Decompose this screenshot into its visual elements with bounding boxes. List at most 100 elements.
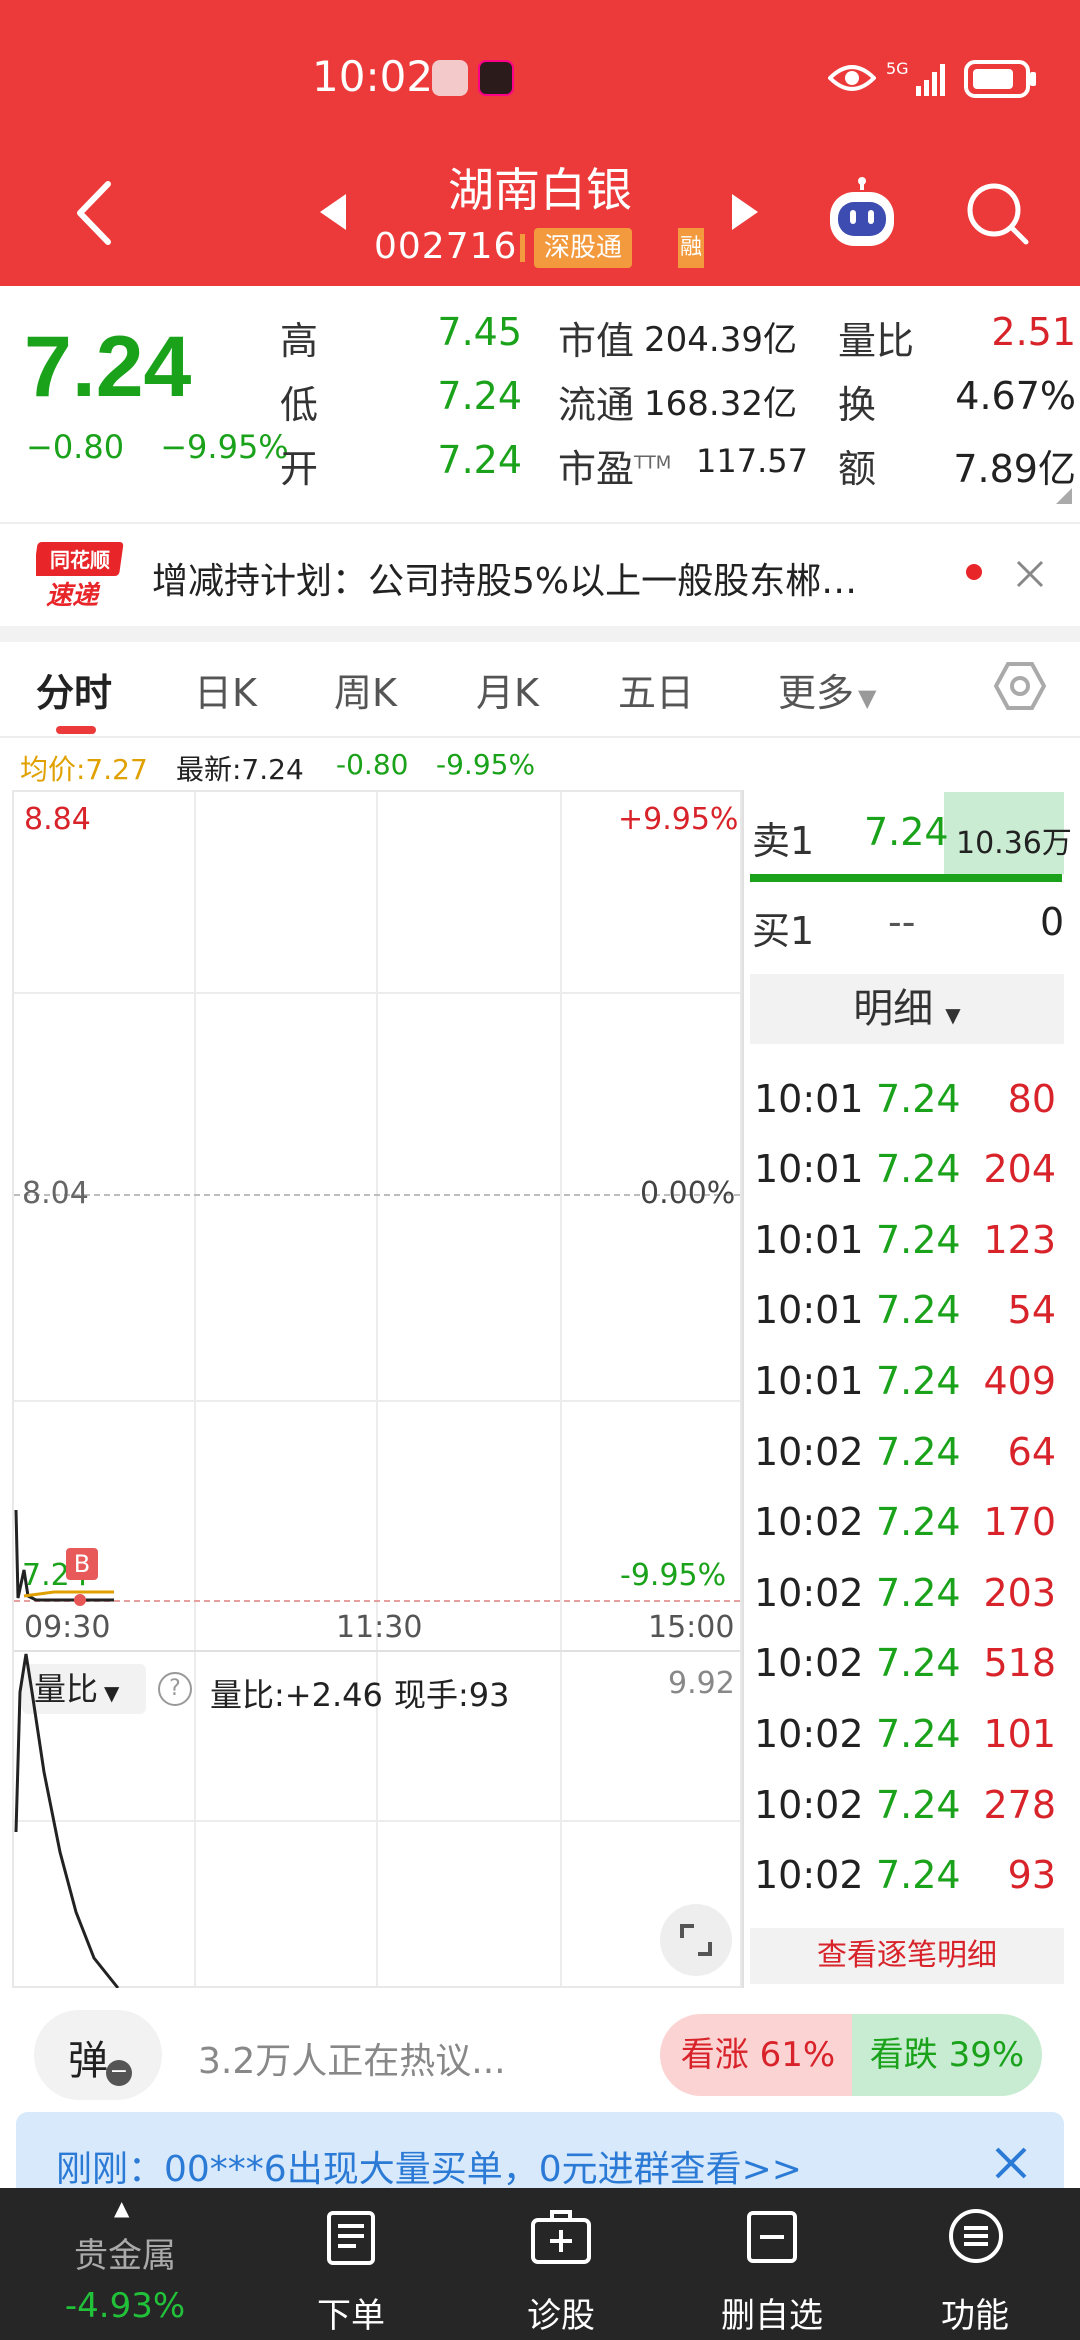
- bullet-comment-button[interactable]: 弹 −: [34, 2010, 162, 2100]
- expand-corner-icon[interactable]: [1056, 488, 1072, 504]
- tick-time: 10:01: [754, 1217, 864, 1262]
- tick-row: 10:02 7.24 278: [752, 1783, 1062, 1843]
- tick-volume: 123: [983, 1217, 1056, 1262]
- search-icon[interactable]: [964, 180, 1032, 248]
- mktcap-label: 市值: [558, 319, 635, 363]
- detail-header[interactable]: 明细 ▼: [750, 974, 1064, 1044]
- tick-price: 7.24: [876, 1217, 961, 1262]
- nav-place-order[interactable]: 下单: [296, 2188, 406, 2340]
- tick-time: 10:02: [754, 1429, 864, 1474]
- bearish-vote-button[interactable]: 看跌 39%: [852, 2014, 1042, 2096]
- orderbook-green-bar: [750, 874, 1062, 882]
- tick-time: 10:01: [754, 1076, 864, 1121]
- float-label: 流通: [558, 383, 635, 427]
- tick-volume: 64: [1007, 1429, 1056, 1474]
- nav-diagnose[interactable]: 诊股: [506, 2188, 616, 2340]
- nav-remove-watchlist[interactable]: 删自选: [710, 2188, 834, 2340]
- status-time: 10:02: [312, 52, 434, 101]
- buy-marker[interactable]: B: [66, 1548, 98, 1580]
- bottom-pct-label: -9.95%: [620, 1558, 727, 1593]
- tick-volume: 54: [1007, 1288, 1056, 1333]
- sell1-volume: 10.36万: [956, 826, 1072, 861]
- tick-price: 7.24: [876, 1076, 961, 1121]
- mid-price-label: 8.04: [22, 1176, 89, 1211]
- help-icon[interactable]: ?: [158, 1672, 192, 1706]
- news-text[interactable]: 增减持计划：公司持股5%以上一般股东郴…: [152, 552, 962, 604]
- section-divider: [0, 626, 1080, 642]
- top-pct-label: +9.95%: [618, 802, 739, 837]
- tick-time: 10:02: [754, 1853, 864, 1898]
- volume-ratio-readout: 量比:+2.46: [210, 1676, 383, 1714]
- tab-intraday[interactable]: 分时: [36, 662, 112, 717]
- tick-row: 10:02 7.24 93: [752, 1853, 1062, 1913]
- tab-more[interactable]: 更多 ▼: [778, 662, 876, 717]
- tag-divider: [520, 234, 525, 262]
- tick-volume: 409: [983, 1359, 1056, 1403]
- sector-precious-metals[interactable]: ▲ 贵金属 -4.93%: [40, 2188, 210, 2340]
- tab-five-day[interactable]: 五日: [618, 662, 694, 717]
- bullish-vote-button[interactable]: 看涨 61%: [660, 2014, 856, 2096]
- tick-time: 10:01: [754, 1359, 864, 1403]
- buy1-volume: 0: [1040, 900, 1065, 944]
- low-label: 低: [280, 383, 319, 427]
- volume-ratio-value: 2.51: [991, 310, 1076, 354]
- svg-text:速递: 速递: [46, 581, 101, 611]
- tick-list[interactable]: 10:017.24116510:017.248010:017.2420410:0…: [748, 1044, 1066, 1926]
- grid-line-v2: [376, 792, 378, 1986]
- intraday-change-pct: -9.95%: [436, 748, 536, 781]
- buy1-label: 买1: [752, 909, 815, 953]
- stock-header: 10:02 5G 湖南白银 002716 深股通 融: [0, 0, 1080, 286]
- low-value: 7.24: [437, 374, 522, 418]
- tick-price: 7.24: [876, 1782, 961, 1827]
- tick-row: 10:01 7.24 409: [752, 1359, 1062, 1419]
- robot-assistant-icon[interactable]: [824, 176, 900, 252]
- settings-hexagon-icon[interactable]: [994, 660, 1046, 712]
- volume-ratio-curve: [14, 1653, 120, 1988]
- tick-row: 10:02 7.24 518: [752, 1641, 1062, 1701]
- discussing-count[interactable]: 3.2万人正在热议...: [198, 2032, 506, 2084]
- tick-row: 10:02 7.24 170: [752, 1500, 1062, 1560]
- tick-time: 10:02: [754, 1782, 864, 1827]
- tab-monthly-k[interactable]: 月K: [476, 662, 539, 717]
- close-promo-icon[interactable]: [994, 2146, 1028, 2180]
- nav-function[interactable]: 功能: [920, 2188, 1030, 2340]
- hk-connect-tag: 深股通: [534, 228, 633, 268]
- buy1-price: --: [888, 900, 916, 944]
- tick-row: 10:01 7.24 204: [752, 1147, 1062, 1207]
- tick-volume: 93: [1007, 1853, 1056, 1898]
- svg-text:5G: 5G: [886, 59, 909, 78]
- tick-volume: 203: [983, 1570, 1056, 1615]
- open-label: 开: [280, 447, 319, 491]
- view-detail-link[interactable]: 查看逐笔明细: [750, 1928, 1064, 1984]
- promo-text[interactable]: 刚刚：00***6出现大量买单，0元进群查看>>: [56, 2140, 802, 2192]
- order-document-icon: [327, 2211, 375, 2265]
- tab-weekly-k[interactable]: 周K: [334, 662, 397, 717]
- latest-price-label: 最新:7.24: [176, 753, 304, 786]
- turnover-label: 换: [838, 383, 877, 427]
- tick-price: 7.24: [876, 1429, 961, 1474]
- remove-square-icon: [747, 2211, 797, 2263]
- close-news-icon[interactable]: [1016, 560, 1044, 588]
- baseline-dashed: [14, 1194, 740, 1196]
- tick-time: 10:02: [754, 1641, 864, 1686]
- diagnose-kit-icon: [531, 2210, 591, 2264]
- float-value: 168.32亿: [644, 384, 797, 424]
- minus-badge-icon: −: [106, 2060, 132, 2086]
- tick-volume: 518: [983, 1641, 1056, 1686]
- tick-row: 10:01 7.241165: [752, 1044, 1062, 1066]
- grid-line-v1: [194, 792, 196, 1986]
- chevron-down-icon: ▼: [858, 684, 877, 712]
- tab-daily-k[interactable]: 日K: [194, 662, 257, 717]
- change-value: −0.80: [26, 428, 125, 466]
- tab-divider: [0, 736, 1080, 738]
- tick-row: 10:02 7.24 64: [752, 1430, 1062, 1490]
- tick-row: 10:02 7.24 203: [752, 1571, 1062, 1631]
- tick-row: 10:01 7.24 54: [752, 1288, 1062, 1348]
- stock-name: 湖南白银: [448, 163, 632, 217]
- tick-price: 7.24: [876, 1288, 961, 1333]
- tick-time: 10:02: [754, 1570, 864, 1615]
- tick-time: 10:02: [754, 1500, 864, 1545]
- tick-price: 7.24: [876, 1570, 961, 1615]
- fullscreen-button[interactable]: [660, 1904, 732, 1976]
- amount-value: 7.89亿: [953, 447, 1076, 491]
